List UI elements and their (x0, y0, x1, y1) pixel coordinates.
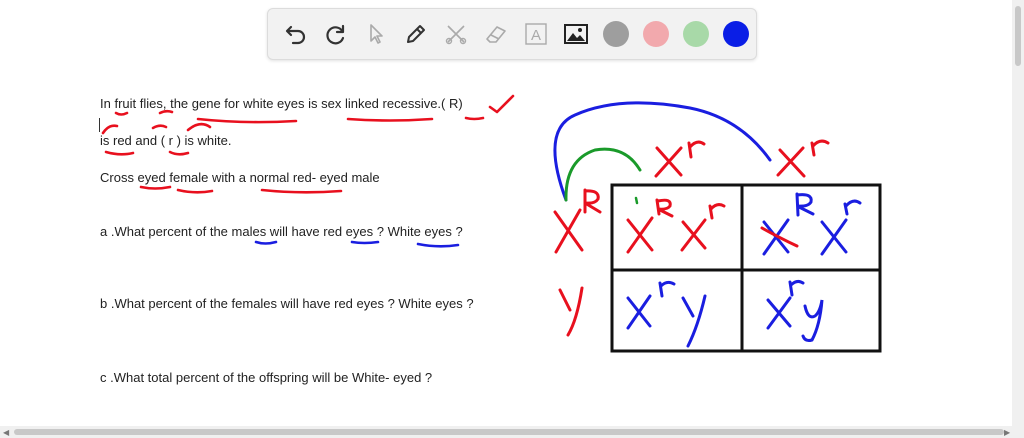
scroll-right-arrow-icon[interactable]: ▶ (1004, 428, 1010, 437)
top-right-superscript-r (810, 139, 830, 157)
cell-bottom-left (626, 280, 707, 348)
horizontal-scroll-thumb[interactable] (14, 429, 1004, 435)
scroll-left-arrow-icon[interactable]: ◀ (3, 428, 9, 437)
vertical-scrollbar[interactable] (1012, 0, 1024, 426)
cell-bottom-right (766, 279, 824, 342)
punnett-grid (610, 183, 882, 353)
vertical-scroll-thumb[interactable] (1015, 6, 1021, 66)
blue-underlines (254, 240, 460, 248)
horizontal-scrollbar[interactable] (0, 426, 1024, 438)
left-bottom-y (558, 286, 584, 337)
left-alleles (553, 188, 602, 337)
top-left-superscript-r (687, 140, 706, 159)
top-alleles (654, 139, 830, 178)
cell-top-left (626, 198, 726, 254)
left-top-x (553, 208, 584, 254)
red-underlines (101, 94, 515, 194)
top-left-x (654, 146, 683, 178)
green-connector-arc (564, 147, 642, 202)
cell-top-right (762, 192, 862, 256)
top-right-x (776, 146, 806, 178)
green-tick (634, 196, 639, 205)
left-top-superscript-R (583, 188, 602, 214)
ink-annotations (101, 94, 882, 353)
